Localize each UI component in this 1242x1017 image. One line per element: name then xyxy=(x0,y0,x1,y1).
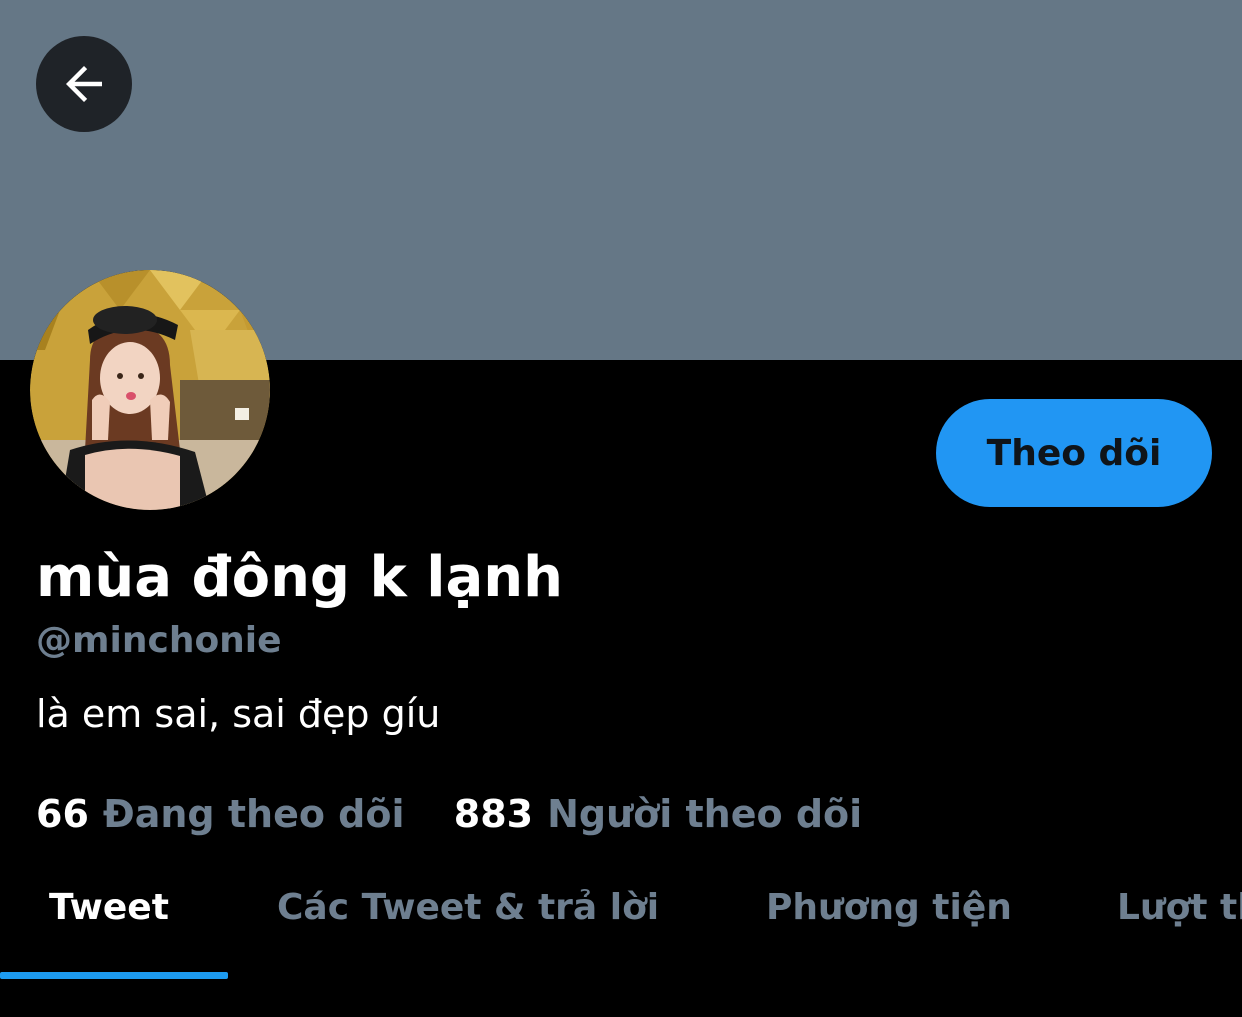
tab-tweets-and-replies[interactable]: Các Tweet & trả lời xyxy=(277,860,659,960)
followers-label: Người theo dõi xyxy=(547,792,863,836)
active-tab-indicator xyxy=(0,972,228,979)
user-handle: @minchonie xyxy=(36,620,282,661)
back-button[interactable] xyxy=(36,36,132,132)
follow-button[interactable]: Theo dõi xyxy=(936,399,1212,507)
tab-likes[interactable]: Lượt thích xyxy=(1117,860,1242,960)
profile-avatar[interactable] xyxy=(30,270,270,510)
following-label: Đang theo dõi xyxy=(102,792,405,836)
arrow-left-icon xyxy=(66,66,102,102)
followers-stat[interactable]: 883 Người theo dõi xyxy=(454,790,862,838)
avatar-photo xyxy=(30,270,270,510)
following-count: 66 xyxy=(36,792,89,836)
profile-bio: là em sai, sai đẹp gíu xyxy=(36,692,441,736)
tab-media[interactable]: Phương tiện xyxy=(766,860,1012,960)
follow-stats: 66 Đang theo dõi 883 Người theo dõi xyxy=(36,790,862,838)
followers-count: 883 xyxy=(453,792,534,836)
profile-tabs: Tweet Các Tweet & trả lời Phương tiện Lư… xyxy=(0,860,1242,960)
display-name: mùa đông k lạnh xyxy=(36,545,563,610)
following-stat[interactable]: 66 Đang theo dõi xyxy=(36,790,405,838)
tab-tweets[interactable]: Tweet xyxy=(49,860,169,960)
